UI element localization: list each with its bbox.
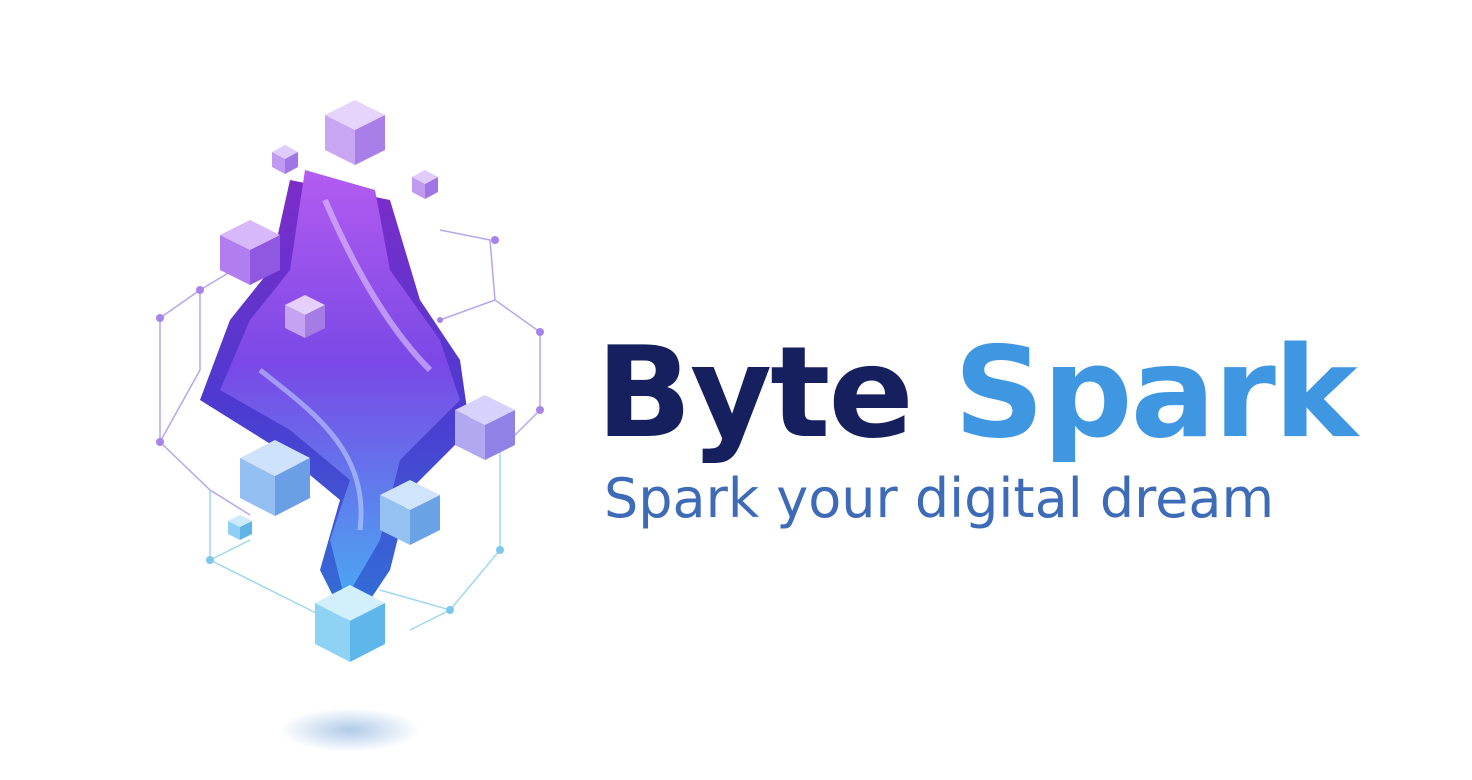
tagline: Spark your digital dream: [604, 467, 1275, 530]
isometric-cube-s-logo-icon: [156, 100, 544, 752]
brand-word-byte: Byte: [596, 319, 914, 466]
brand-word-spark: Spark: [953, 319, 1358, 466]
logo-canvas: Byte Spark Spark your digital dream: [0, 0, 1472, 780]
brand-name: Byte Spark: [596, 318, 1358, 468]
